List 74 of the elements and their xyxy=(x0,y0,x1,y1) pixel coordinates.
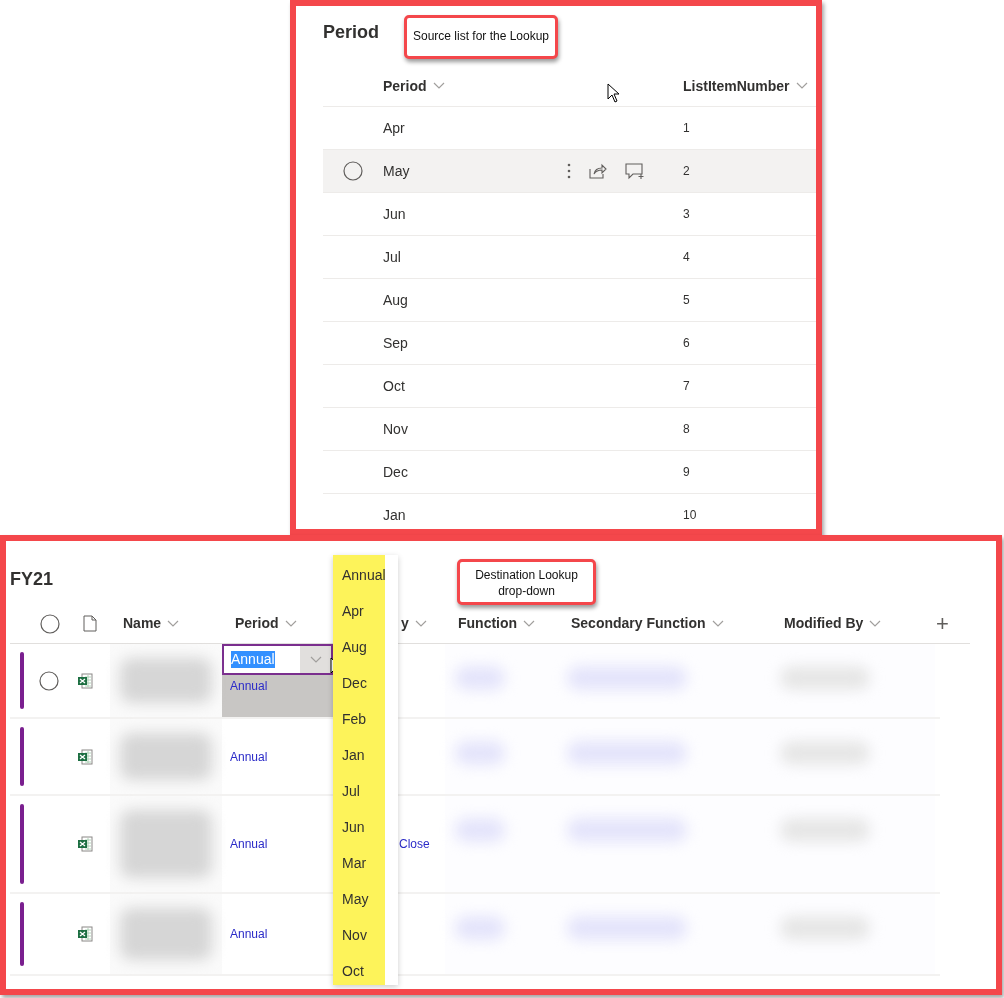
dropdown-option[interactable]: Dec xyxy=(333,663,385,699)
column-header[interactable]: Function xyxy=(458,613,536,634)
period-cell-text: Dec xyxy=(383,462,408,482)
period-cell-text: Jun xyxy=(383,204,406,224)
dropdown-option[interactable]: Feb xyxy=(333,699,385,735)
period-cell-text: Sep xyxy=(383,333,408,353)
chevron-down-icon[interactable] xyxy=(309,655,322,664)
comment-icon[interactable] xyxy=(625,162,646,180)
chevron-down-icon[interactable] xyxy=(523,619,536,628)
number-cell-text: 1 xyxy=(683,120,690,137)
chevron-down-icon[interactable] xyxy=(432,82,445,90)
dropdown-option[interactable]: Jul xyxy=(333,771,385,807)
column-header[interactable]: Period xyxy=(383,75,445,97)
spreadsheet-icon xyxy=(77,836,93,852)
spreadsheet-icon xyxy=(77,926,93,942)
chevron-down-icon[interactable] xyxy=(284,619,297,628)
select-circle[interactable] xyxy=(40,613,60,634)
select-circle[interactable] xyxy=(39,671,59,692)
number-cell-text: 8 xyxy=(683,421,690,438)
number-cell-text: 3 xyxy=(683,206,690,223)
spreadsheet-icon xyxy=(77,748,93,765)
number-cell-text: 10 xyxy=(683,507,697,524)
period-cell-text: Apr xyxy=(383,118,405,138)
list-title: Period xyxy=(323,21,379,44)
more-icon[interactable] xyxy=(567,163,572,179)
dropdown-option[interactable]: May xyxy=(333,879,385,915)
file-icon xyxy=(83,615,97,632)
period-cell-text: Aug xyxy=(383,290,408,310)
column-header[interactable]: Modified By xyxy=(784,613,882,634)
column-header[interactable]: ListItemNumber xyxy=(683,75,808,97)
chevron-down-icon[interactable] xyxy=(795,82,808,90)
dropdown-option[interactable]: Jan xyxy=(333,735,385,771)
period-link[interactable]: Annual xyxy=(230,835,333,853)
column-header[interactable]: y xyxy=(401,613,427,634)
period-cell-text: Jul xyxy=(383,247,401,267)
period-link[interactable]: Annual xyxy=(230,747,333,766)
dropdown-option[interactable]: Nov xyxy=(333,915,385,951)
chevron-down-icon[interactable] xyxy=(414,619,427,628)
add-column-button[interactable]: + xyxy=(936,607,949,640)
period-link[interactable]: Annual xyxy=(222,679,268,693)
dropdown-option[interactable]: Oct xyxy=(333,951,385,987)
number-cell-text: 5 xyxy=(683,292,690,309)
number-cell-text: 7 xyxy=(683,378,690,395)
number-cell-text: 6 xyxy=(683,335,690,352)
number-cell-text: 9 xyxy=(683,464,690,481)
number-cell-text: 2 xyxy=(683,163,690,180)
dropdown-option[interactable]: Mar xyxy=(333,843,385,879)
row-marker xyxy=(20,652,24,709)
chevron-down-icon[interactable] xyxy=(711,619,724,628)
dropdown-option[interactable]: Jun xyxy=(333,807,385,843)
column-header[interactable]: Period xyxy=(235,613,297,634)
period-link[interactable]: Annual xyxy=(230,925,333,943)
callout-note: Source list for the Lookup xyxy=(404,15,558,59)
row-marker xyxy=(20,727,24,786)
period-cell-text: Nov xyxy=(383,419,408,439)
dropdown-option[interactable]: Apr xyxy=(333,591,385,627)
row-marker xyxy=(20,902,24,966)
chevron-down-icon[interactable] xyxy=(167,619,180,628)
period-cell-text: Jan xyxy=(383,505,406,525)
column-header[interactable]: Name xyxy=(123,613,180,634)
callout-note: Destination Lookup drop-down xyxy=(457,559,596,605)
period-cell-text: Oct xyxy=(383,376,405,396)
period-cell-text: May xyxy=(383,161,410,181)
spreadsheet-icon xyxy=(77,672,93,689)
number-cell-text: 4 xyxy=(683,249,690,266)
list-title: FY21 xyxy=(10,568,54,591)
cursor-icon xyxy=(606,83,620,103)
share-icon[interactable] xyxy=(589,163,608,179)
dropdown-option[interactable]: Aug xyxy=(333,627,385,663)
lookup-link[interactable]: Close xyxy=(399,835,430,853)
column-header[interactable]: Secondary Function xyxy=(571,613,724,634)
dropdown-option[interactable]: Annual xyxy=(333,555,385,591)
chevron-down-icon[interactable] xyxy=(869,619,882,628)
select-circle[interactable] xyxy=(343,161,363,181)
